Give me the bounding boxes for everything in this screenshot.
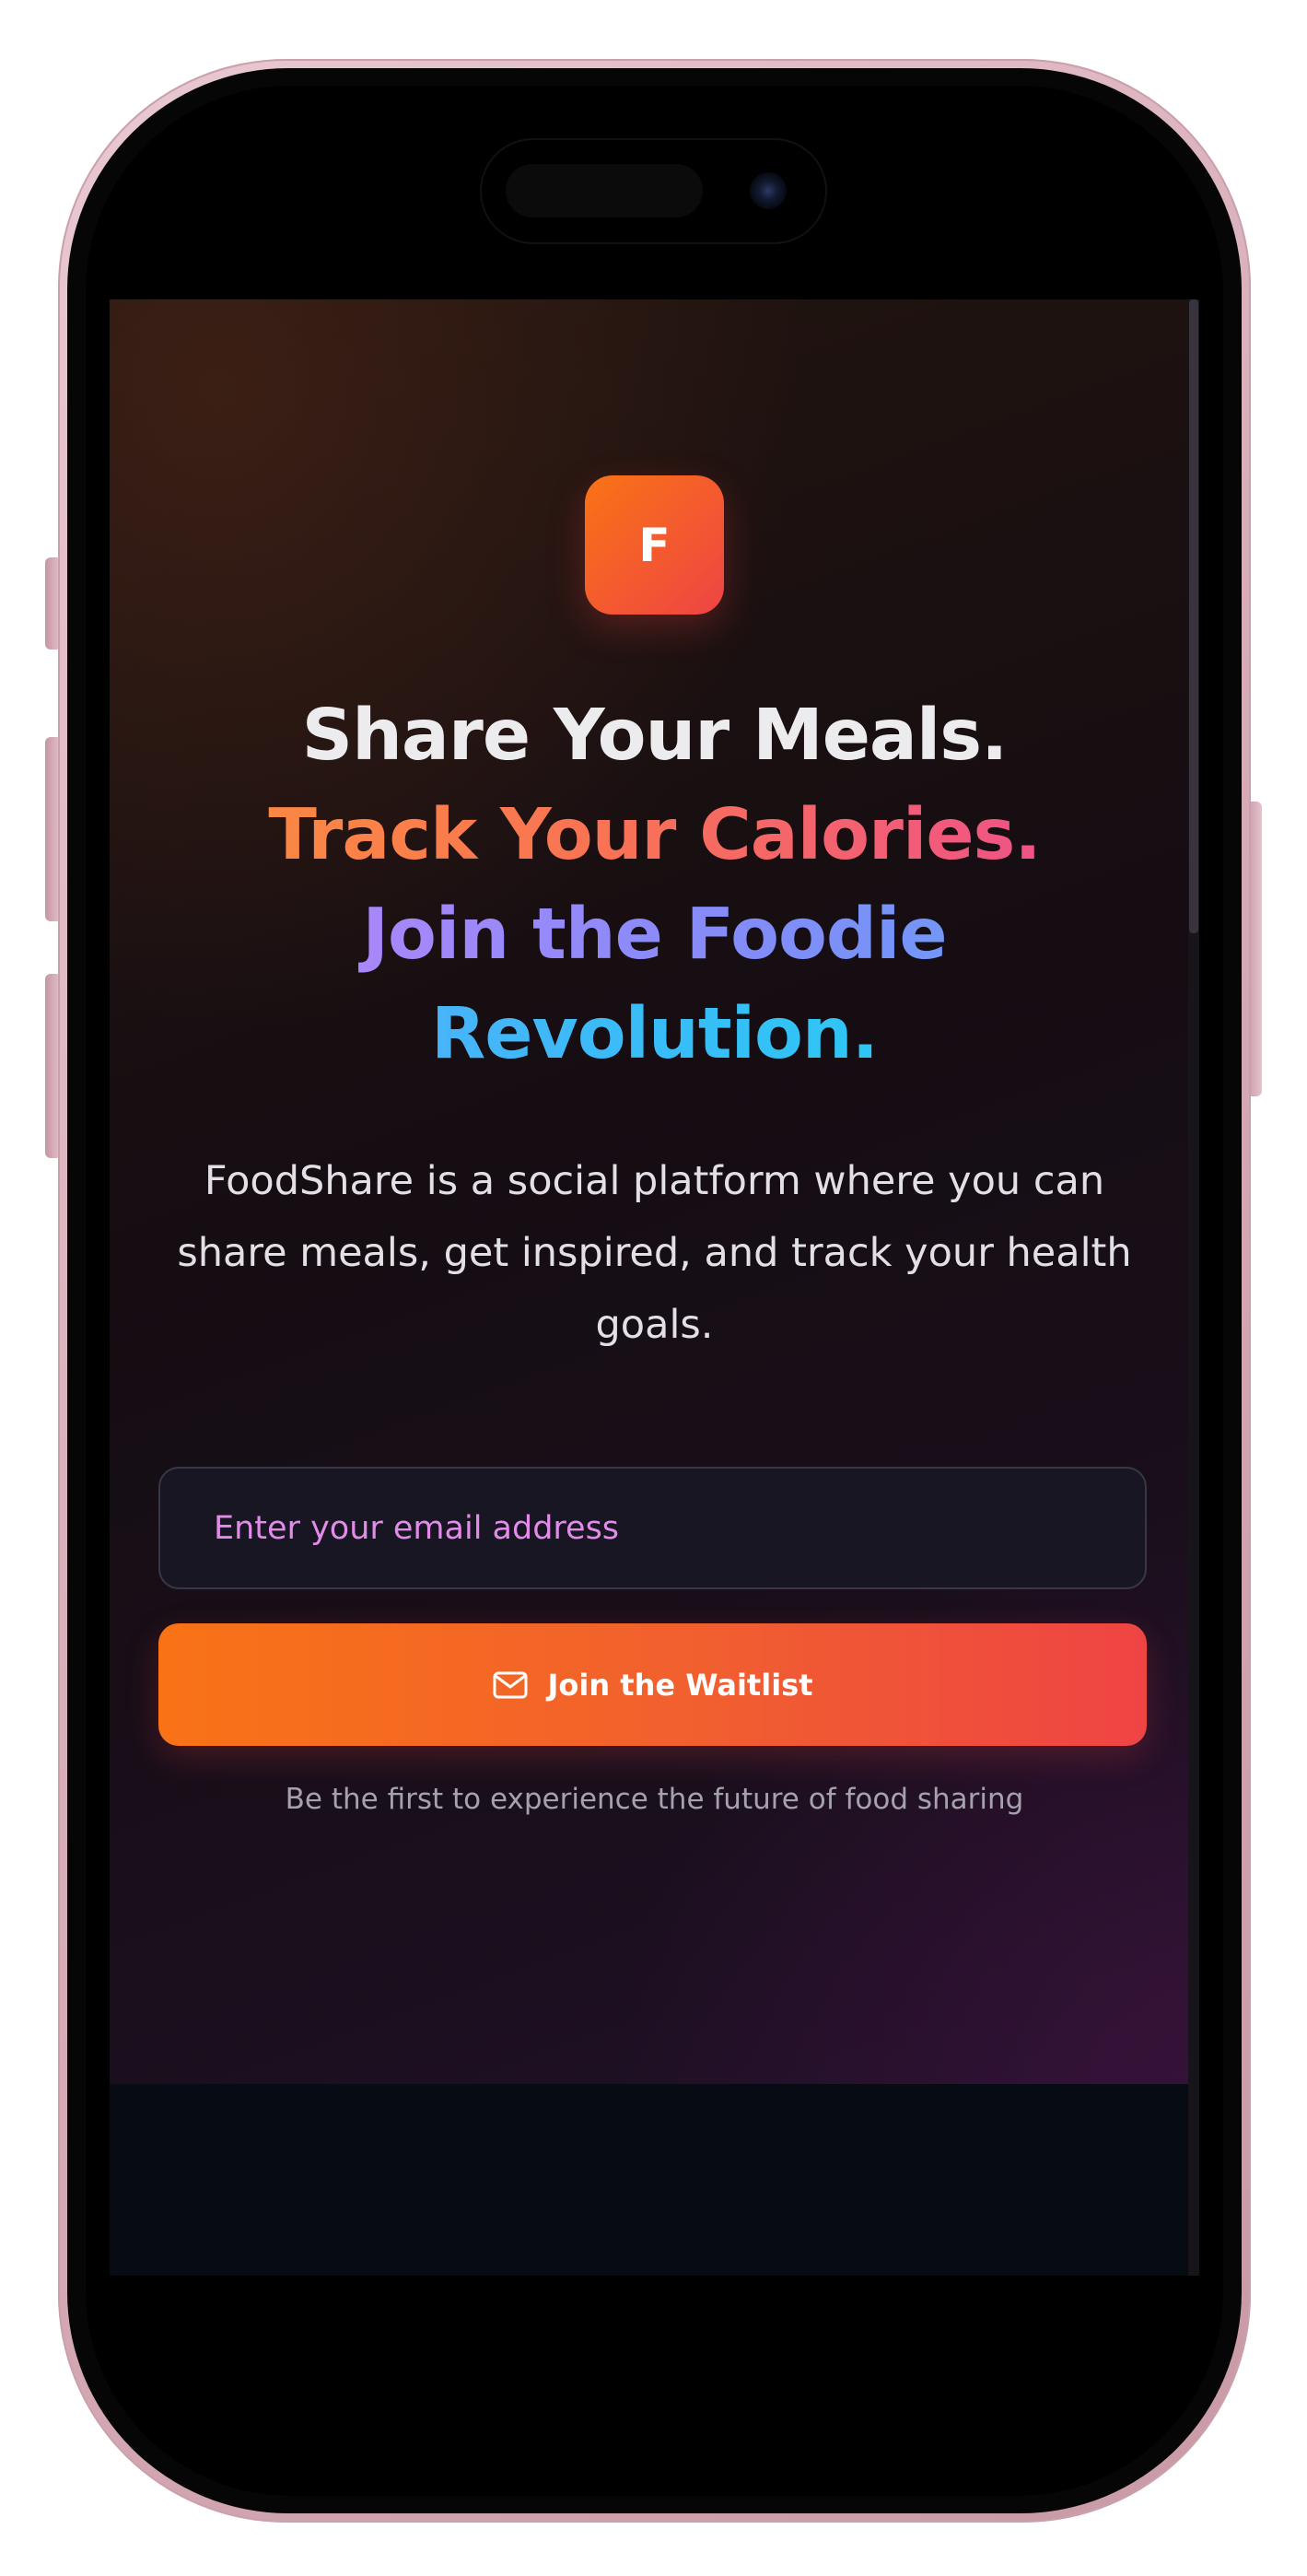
- email-input[interactable]: [158, 1467, 1147, 1589]
- mail-icon: [493, 1671, 527, 1698]
- scrollbar-thumb[interactable]: [1189, 299, 1198, 933]
- join-waitlist-label: Join the Waitlist: [547, 1667, 813, 1703]
- join-waitlist-button[interactable]: Join the Waitlist: [158, 1623, 1147, 1746]
- hero-headline: Share Your Meals. Track Your Calories. J…: [110, 686, 1199, 1084]
- scrollbar[interactable]: [1188, 299, 1199, 2276]
- headline-line-4: Revolution.: [110, 985, 1199, 1084]
- footer-section: [110, 2084, 1199, 2276]
- headline-line-2: Track Your Calories.: [110, 786, 1199, 885]
- dynamic-island: [480, 138, 827, 244]
- device-mockup: F Share Your Meals. Track Your Calories.…: [0, 0, 1307, 2576]
- hero-section: F Share Your Meals. Track Your Calories.…: [110, 299, 1199, 2084]
- hero-description: FoodShare is a social platform where you…: [177, 1158, 1132, 1348]
- island-sensor: [506, 164, 703, 217]
- app-logo: F: [585, 475, 724, 615]
- waitlist-tagline: Be the first to experience the future of…: [285, 1783, 1024, 1816]
- front-camera-icon: [750, 172, 787, 209]
- headline-line-1: Share Your Meals.: [301, 695, 1009, 777]
- screen: F Share Your Meals. Track Your Calories.…: [110, 299, 1199, 2276]
- headline-line-3: Join the Foodie: [110, 885, 1199, 985]
- logo-letter: F: [638, 518, 671, 572]
